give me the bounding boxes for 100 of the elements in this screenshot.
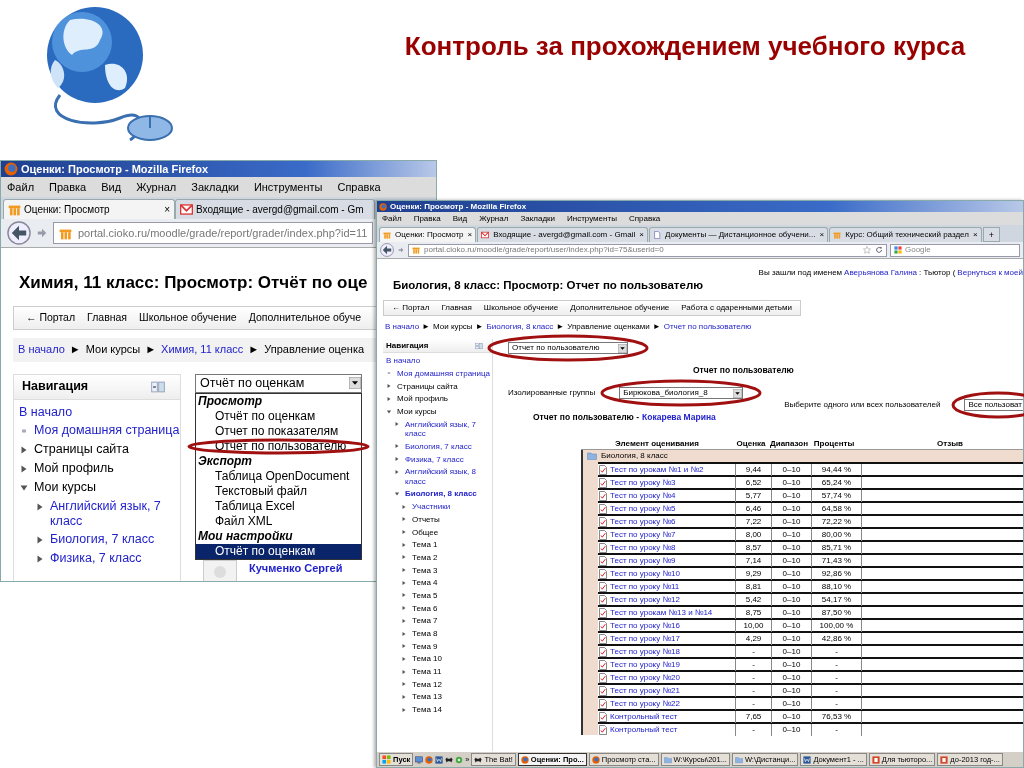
collapsed-triangle-icon[interactable] bbox=[19, 463, 29, 474]
close-tab-button[interactable]: × bbox=[972, 229, 978, 241]
grade-item-link[interactable]: Контрольный тест bbox=[610, 710, 678, 723]
nav-item[interactable]: Мои курсы bbox=[397, 407, 437, 417]
browser-tab[interactable]: Оценки: Просмотр × bbox=[3, 199, 175, 219]
caret-icon[interactable] bbox=[618, 343, 627, 353]
nav-item[interactable]: Тема 7 bbox=[412, 616, 438, 626]
user-link[interactable]: Кокарева Марина bbox=[642, 411, 716, 424]
grade-item-link[interactable]: Тест по уроку №18 bbox=[610, 645, 680, 658]
report-select[interactable]: Отчёт по оценкам bbox=[195, 373, 362, 393]
menu-item[interactable]: Файл bbox=[7, 178, 35, 196]
nav-item[interactable]: Мой профиль bbox=[34, 460, 114, 476]
dropdown-option[interactable]: Отчёт по оценкам bbox=[196, 408, 361, 424]
nav-item[interactable]: Страницы сайта bbox=[34, 441, 129, 457]
menu-item[interactable]: Файл bbox=[382, 212, 402, 225]
nav-item[interactable]: Участники bbox=[412, 502, 451, 512]
menu-item[interactable]: Журнал bbox=[136, 178, 177, 196]
nav-link[interactable]: Дополнительное обучение bbox=[570, 302, 670, 315]
close-tab-button[interactable]: × bbox=[467, 229, 473, 241]
browser-tab[interactable]: Входящие - avergd@gmail.com - Gmail × bbox=[477, 227, 648, 242]
grade-item-link[interactable]: Тест по урокам №1 и №2 bbox=[610, 463, 704, 476]
nav-link[interactable]: Школьное обучение bbox=[139, 309, 237, 326]
nav-item[interactable]: Тема 5 bbox=[412, 590, 438, 601]
menu-item[interactable]: Вид bbox=[452, 212, 468, 225]
grade-item-link[interactable]: Тест по уроку №3 bbox=[610, 476, 676, 489]
document-icon[interactable] bbox=[435, 755, 444, 764]
grade-item-link[interactable]: Тест по уроку №22 bbox=[610, 697, 680, 710]
nav-item[interactable]: Общее bbox=[412, 527, 439, 537]
breadcrumb-link[interactable]: Отчет по пользователю bbox=[663, 320, 752, 333]
user-link[interactable]: Аверьянова Галина bbox=[844, 267, 917, 279]
grade-item-link[interactable]: Тест по уроку №8 bbox=[610, 541, 676, 554]
caret-icon[interactable] bbox=[349, 377, 361, 389]
browser-tab[interactable]: Документы — Дистанционное обучени... × bbox=[648, 227, 829, 242]
caret-icon[interactable] bbox=[733, 388, 743, 398]
nav-item[interactable]: Биология, 8 класс bbox=[405, 489, 477, 499]
collapsed-triangle-icon[interactable] bbox=[35, 501, 45, 512]
breadcrumb-link[interactable]: Биология, 8 класс bbox=[486, 320, 554, 333]
nav-item[interactable]: Тема 9 bbox=[412, 641, 438, 652]
grade-item-link[interactable]: Тест по уроку №11 bbox=[610, 580, 680, 593]
grade-item-link[interactable]: Тест по уроку №20 bbox=[610, 671, 680, 684]
browser-tab[interactable]: Оценки: Просмотр × bbox=[379, 227, 477, 242]
nav-item[interactable]: Тема 1 bbox=[412, 540, 438, 550]
menu-item[interactable]: Вид bbox=[101, 178, 122, 196]
nav-item[interactable]: Тема 8 bbox=[412, 629, 438, 639]
grade-item-link[interactable]: Тест по уроку №16 bbox=[610, 619, 680, 632]
nav-item[interactable]: Английский язык, 8 класс bbox=[405, 467, 492, 487]
close-tab-button[interactable]: × bbox=[639, 229, 644, 241]
grade-item-link[interactable]: Тест по уроку №5 bbox=[610, 502, 676, 515]
grade-item-link[interactable]: Контрольный тест bbox=[610, 723, 678, 736]
new-tab-button[interactable]: + bbox=[982, 227, 1000, 242]
nav-link[interactable]: Школьное обучение bbox=[483, 302, 559, 315]
menu-item[interactable]: Справка bbox=[628, 212, 661, 225]
menu-item[interactable]: Инструменты bbox=[567, 212, 617, 225]
nav-item[interactable]: Тема 12 bbox=[412, 679, 442, 690]
report-select[interactable]: Отчет по пользователю bbox=[508, 342, 628, 355]
star-icon[interactable] bbox=[863, 246, 871, 254]
nav-link[interactable]: ← Портал bbox=[26, 309, 76, 326]
browser-tab[interactable]: Входящие - avergd@gmail.com - Gm bbox=[175, 199, 375, 219]
nav-item[interactable]: Моя домашняя страница bbox=[397, 368, 491, 379]
dropdown-option[interactable]: Отчёт по оценкам bbox=[196, 543, 361, 559]
address-field[interactable]: portal.cioko.ru/moodle/grade/report/user/index.php?id=75&userid=0 bbox=[408, 243, 887, 257]
nav-link[interactable]: Главная bbox=[441, 302, 472, 315]
nav-item[interactable]: Английский язык, 7 класс bbox=[405, 419, 492, 439]
nav-link[interactable]: Работа с одаренными детьми bbox=[681, 302, 792, 315]
nav-item[interactable]: Английский язык, 7 класс bbox=[50, 498, 180, 529]
close-tab-button[interactable]: × bbox=[164, 202, 170, 217]
nav-item[interactable]: Тема 2 bbox=[412, 552, 438, 563]
grade-item-link[interactable]: Тест по уроку №7 bbox=[610, 528, 676, 541]
nav-item[interactable]: Тема 14 bbox=[412, 705, 442, 715]
nav-item[interactable]: Тема 6 bbox=[412, 603, 438, 614]
breadcrumb-link[interactable]: В начало bbox=[385, 320, 420, 333]
breadcrumb-link[interactable]: Химия, 11 класс bbox=[161, 341, 244, 358]
nav-item[interactable]: Отчеты bbox=[412, 514, 440, 525]
nav-item[interactable]: Тема 10 bbox=[412, 654, 442, 664]
nav-item[interactable]: Мои курсы bbox=[34, 479, 96, 495]
bat-icon[interactable] bbox=[445, 755, 454, 764]
menu-item[interactable]: Инструменты bbox=[253, 178, 323, 196]
dropdown-option[interactable]: Файл XML bbox=[196, 513, 361, 529]
address-field[interactable]: portal.cioko.ru/moodle/grade/report/grader/index.php?id=11 bbox=[53, 222, 374, 244]
grade-item-link[interactable]: Тест по уроку №9 bbox=[610, 554, 676, 567]
group-select[interactable]: Бирюкова_биология_8 bbox=[619, 387, 744, 399]
menu-item[interactable]: Закладки bbox=[191, 178, 239, 196]
nav-item[interactable]: Биология, 7 класс bbox=[405, 441, 472, 452]
collapsed-triangle-icon[interactable] bbox=[35, 534, 45, 545]
menu-item[interactable]: Справка bbox=[337, 178, 381, 196]
menu-item[interactable]: Закладки bbox=[520, 212, 555, 225]
collapsed-triangle-icon[interactable] bbox=[35, 553, 45, 564]
grade-item-link[interactable]: Тест по уроку №6 bbox=[610, 515, 676, 528]
nav-item[interactable]: Тема 13 bbox=[412, 692, 442, 702]
nav-link[interactable]: Дополнительное обуче bbox=[248, 309, 362, 326]
grade-item-link[interactable]: Тест по урокам №13 и №14 bbox=[610, 606, 713, 619]
nav-item[interactable]: Тема 3 bbox=[412, 565, 438, 576]
browser-tab[interactable]: Курс: Общий технический раздел × bbox=[829, 227, 982, 242]
nav-item[interactable]: Тема 4 bbox=[412, 578, 438, 588]
nav-item[interactable]: Страницы сайта bbox=[397, 381, 458, 392]
reload-icon[interactable] bbox=[875, 246, 883, 254]
nav-link[interactable]: Главная bbox=[87, 309, 128, 326]
nav-item[interactable]: Тема 11 bbox=[412, 667, 442, 677]
grade-item-link[interactable]: Тест по уроку №19 bbox=[610, 658, 680, 671]
back-icon[interactable] bbox=[7, 221, 31, 245]
